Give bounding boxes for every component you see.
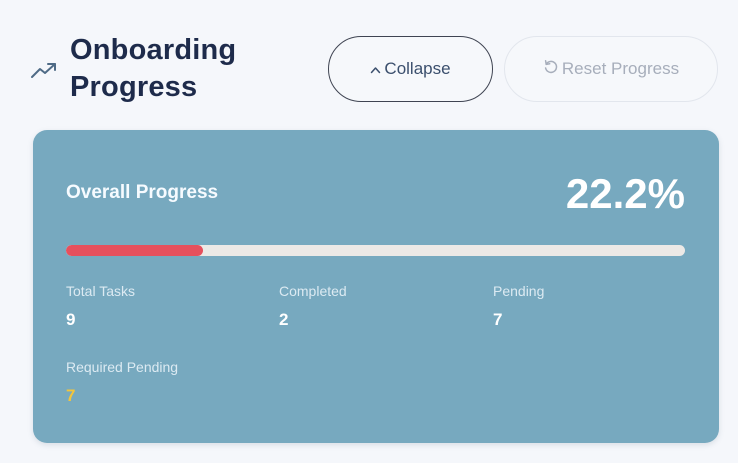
header: Onboarding Progress Collapse Reset Progr… (0, 0, 738, 120)
stat-value: 7 (493, 310, 503, 329)
stat-label: Total Tasks (66, 283, 135, 299)
page-title: Onboarding Progress (70, 32, 300, 106)
trending-up-icon (31, 63, 56, 78)
progress-bar (66, 245, 685, 256)
stat-value: 9 (66, 310, 76, 329)
stat-pending: Pending 7 (493, 283, 544, 330)
collapse-button[interactable]: Collapse (328, 36, 493, 102)
stat-value: 2 (279, 310, 289, 329)
stat-total-tasks: Total Tasks 9 (66, 283, 135, 330)
chevron-up-icon (370, 61, 381, 78)
title-line-2: Progress (70, 71, 198, 103)
progress-percent: 22.2% (565, 170, 685, 217)
stat-completed: Completed 2 (279, 283, 347, 330)
title-line-1: Onboarding (70, 34, 237, 66)
stat-label: Completed (279, 283, 347, 299)
stat-label: Required Pending (66, 359, 179, 375)
stat-label: Pending (493, 283, 545, 299)
overall-progress-card: Overall Progress 22.2% Total Tasks 9 Com… (33, 130, 719, 443)
card-title: Overall Progress (66, 182, 219, 203)
refresh-icon (543, 59, 559, 79)
stat-required-pending: Required Pending 7 (66, 359, 178, 406)
reset-progress-button[interactable]: Reset Progress (504, 36, 718, 102)
reset-label: Reset Progress (561, 59, 680, 78)
collapse-label: Collapse (384, 59, 451, 78)
stat-value: 7 (66, 386, 76, 405)
progress-bar-fill (66, 245, 204, 256)
